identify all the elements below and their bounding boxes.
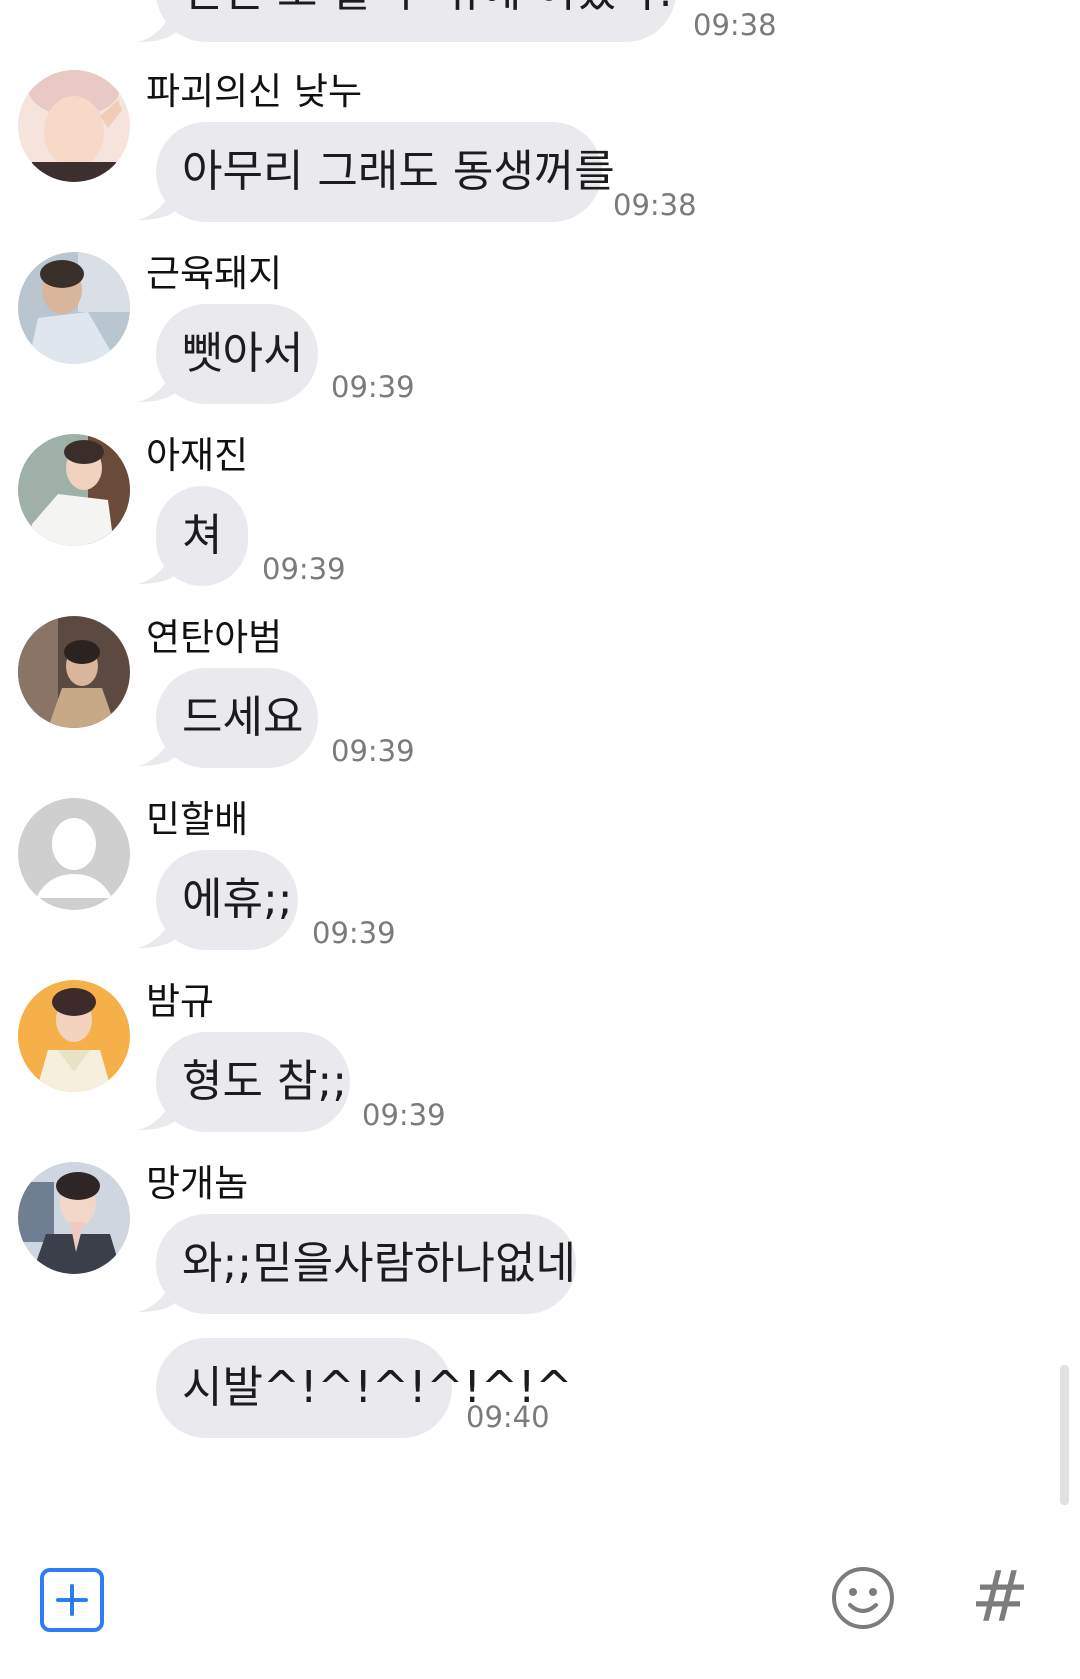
message-text: 드세요 [182,692,304,743]
avatar[interactable] [18,252,130,364]
message-text: 아무리 그래도 동생꺼를 [182,146,615,197]
sender-name: 아재진 [146,434,249,477]
avatar[interactable] [18,1162,130,1274]
message-bubble[interactable]: 쳐 [156,486,248,586]
sender-name: 근육돼지 [146,252,283,295]
message-bubble[interactable]: 시발^!^!^!^!^!^ [156,1338,572,1438]
message-bubble[interactable]: 형도 참;; [156,1032,350,1132]
message-text: 형도 참;; [182,1056,348,1107]
message-time: 09:39 [362,1098,446,1132]
plus-square-icon[interactable] [40,1568,104,1632]
avatar[interactable] [18,980,130,1092]
message-bubble[interactable]: 던진 오 할 수 밖에 이었다! [156,0,676,42]
message-text: 와;;믿을사람하나없네 [182,1238,576,1289]
message-time: 09:39 [331,370,415,404]
chat-message-list[interactable]: 던진 오 할 수 밖에 이었다! 09:38 파괴의신 낮누 아무리 그래도 동… [0,0,1080,1560]
avatar[interactable] [18,70,130,182]
message-time: 09:40 [466,1400,550,1434]
message-bubble[interactable]: 아무리 그래도 동생꺼를 [156,122,615,222]
message-text: 뺏아서 [182,328,304,379]
message-text: 에휴;; [182,874,293,925]
message-time: 09:39 [331,734,415,768]
message-time: 09:38 [613,188,697,222]
sender-name: 파괴의신 낮누 [146,70,363,113]
message-bubble[interactable]: 드세요 [156,668,318,768]
message-time: 09:39 [262,552,346,586]
message-time: 09:39 [312,916,396,950]
sender-name: 민할배 [146,798,249,841]
message-bubble[interactable]: 뺏아서 [156,304,318,404]
scrollbar[interactable] [1060,1365,1069,1505]
message-text: 던진 오 할 수 밖에 이었다! [182,0,674,17]
sender-name: 연탄아범 [146,616,283,659]
hashtag-button[interactable]: # [965,1557,1035,1637]
message-text: 쳐 [182,510,223,561]
avatar[interactable] [18,434,130,546]
default-avatar-icon[interactable] [18,798,130,910]
sender-name: 밤규 [146,980,215,1023]
smiley-icon[interactable] [830,1565,896,1631]
message-bubble[interactable]: 와;;믿을사람하나없네 [156,1214,576,1314]
input-bar [0,1560,1080,1679]
avatar[interactable] [18,616,130,728]
sender-name: 망개놈 [146,1162,249,1205]
message-time: 09:38 [693,8,777,42]
message-bubble[interactable]: 에휴;; [156,850,298,950]
